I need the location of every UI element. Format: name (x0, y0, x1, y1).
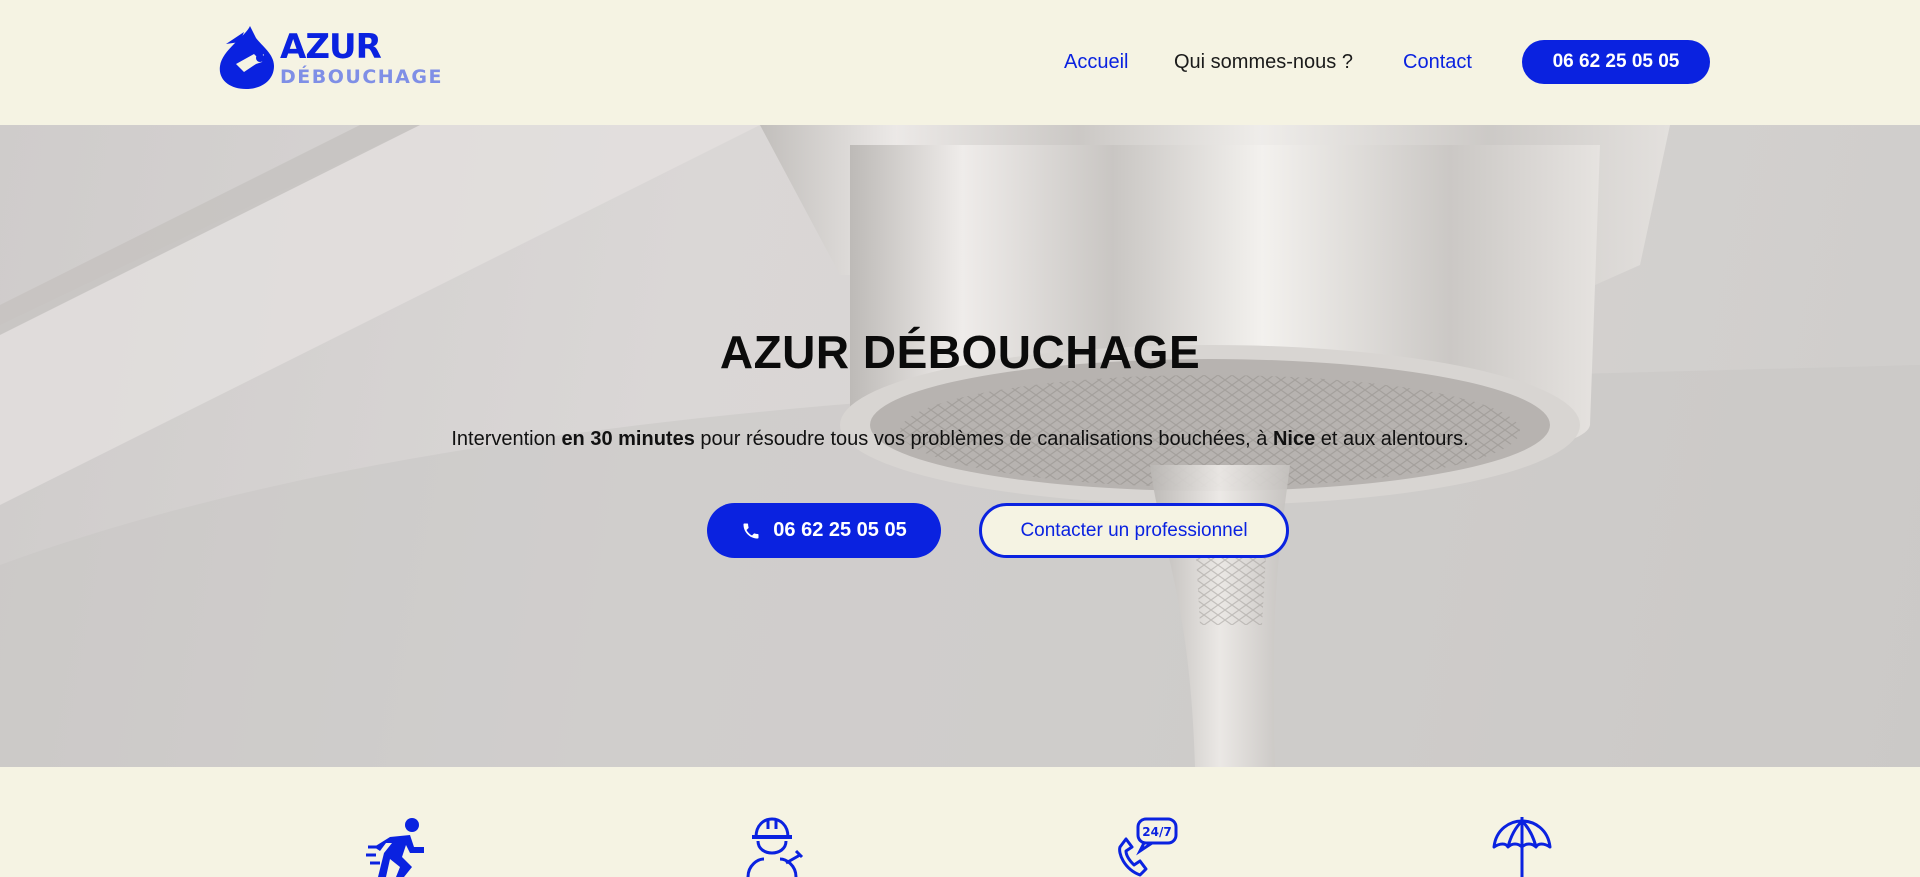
hero-subtitle: Intervention en 30 minutes pour résoudre… (0, 425, 1920, 453)
phone-24-7-icon: 24/7 (1118, 817, 1178, 877)
hero-subtitle-part: Intervention (451, 428, 562, 450)
hero-phone-button[interactable]: 06 62 25 05 05 (707, 503, 941, 558)
svg-text:24/7: 24/7 (1142, 825, 1171, 839)
hero-subtitle-part: et aux alentours. (1315, 428, 1469, 450)
hero-subtitle-bold-time: en 30 minutes (561, 428, 695, 450)
hero-section: AZUR DÉBOUCHAGE Intervention en 30 minut… (0, 125, 1920, 767)
logo-text-top: AZUR (280, 27, 382, 67)
site-header: AZUR DÉBOUCHAGE Accueil Qui sommes-nous … (0, 0, 1920, 125)
site-logo[interactable]: AZUR DÉBOUCHAGE (216, 22, 461, 92)
umbrella-icon (1492, 817, 1552, 877)
running-person-icon (366, 818, 424, 877)
hero-subtitle-part: pour résoudre tous vos problèmes de cana… (694, 428, 1273, 450)
hero-contact-button[interactable]: Contacter un professionnel (979, 503, 1289, 558)
header-phone-button[interactable]: 06 62 25 05 05 (1522, 40, 1710, 84)
features-section: 24/7 (0, 767, 1920, 877)
nav-link-qui-sommes-nous[interactable]: Qui sommes-nous ? (1174, 48, 1353, 76)
phone-icon (743, 523, 759, 538)
nav-link-accueil[interactable]: Accueil (1064, 48, 1128, 76)
hero-phone-label: 06 62 25 05 05 (773, 519, 907, 541)
hero-title: AZUR DÉBOUCHAGE (719, 326, 1201, 378)
nav-link-contact[interactable]: Contact (1403, 48, 1472, 76)
hero-subtitle-bold-city: Nice (1272, 428, 1316, 450)
drop-wrench-logo-icon (219, 26, 274, 89)
plumber-worker-icon (746, 817, 804, 877)
logo-text-bottom: DÉBOUCHAGE (280, 66, 443, 88)
